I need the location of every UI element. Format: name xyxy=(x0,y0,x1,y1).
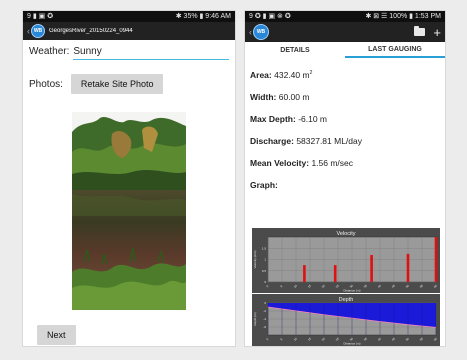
velocity-bar xyxy=(303,265,306,282)
photos-row: Photos: Retake Site Photo xyxy=(23,74,235,94)
area-value: 432.40 m xyxy=(274,70,310,80)
status-left-icons: 9 ▮ ▣ ✪ xyxy=(27,13,54,20)
area-metric: Area: 432.40 m2 xyxy=(245,70,445,80)
x-tick-label: 10 xyxy=(293,336,298,341)
x-tick-label: 0 xyxy=(265,284,269,288)
status-right-info: ✱ ⊠ ☰ 100% ▮ 1:53 PM xyxy=(365,13,441,20)
right-phone-screen: 9 ✪ ▮ ▣ ⊗ ✪ ✱ ⊠ ☰ 100% ▮ 1:53 PM ‹ WB + … xyxy=(245,11,445,346)
weather-input[interactable]: Sunny xyxy=(73,46,229,60)
x-tick-label: 15 xyxy=(307,336,312,341)
x-tick-label: 50 xyxy=(405,283,410,288)
discharge-label: Discharge: xyxy=(250,136,294,146)
y-tick-label: 0 xyxy=(264,280,266,284)
weather-label: Weather: xyxy=(29,46,70,57)
mean-velocity-metric: Mean Velocity: 1.56 m/sec xyxy=(245,158,445,168)
y-axis-label: Depth (m) xyxy=(253,312,257,325)
app-logo-icon[interactable]: WB xyxy=(253,24,269,40)
left-phone-screen: 9 ▮ ▣ ✪ ✱ 35% ▮ 9:46 AM ‹ WB GeorgesRive… xyxy=(23,11,235,346)
x-tick-label: 10 xyxy=(293,283,298,288)
status-right-info: ✱ 35% ▮ 9:46 AM xyxy=(175,13,231,20)
retake-site-photo-button[interactable]: Retake Site Photo xyxy=(70,74,164,94)
app-title: GeorgesRiver_20150224_0944 xyxy=(49,28,133,34)
y-tick-label: 0 xyxy=(264,301,266,305)
x-tick-label: 40 xyxy=(377,283,382,288)
x-tick-label: 55 xyxy=(419,283,424,288)
status-bar: 9 ▮ ▣ ✪ ✱ 35% ▮ 9:46 AM xyxy=(23,11,235,22)
max-depth-value: -6.10 m xyxy=(298,114,328,124)
action-bar: ‹ WB + xyxy=(245,22,445,42)
next-button[interactable]: Next xyxy=(37,325,76,345)
chart-title: Velocity xyxy=(337,231,356,237)
add-icon[interactable]: + xyxy=(433,26,441,39)
x-tick-label: 0 xyxy=(265,337,269,341)
action-bar-actions: + xyxy=(414,26,441,39)
x-tick-label: 15 xyxy=(307,283,312,288)
width-metric: Width: 60.00 m xyxy=(245,92,445,102)
weather-row: Weather: Sunny xyxy=(23,40,235,60)
velocity-bar xyxy=(333,265,337,282)
width-value: 60.00 m xyxy=(278,92,310,102)
x-tick-label: 35 xyxy=(363,283,368,288)
y-tick-label: -4 xyxy=(263,317,266,321)
mean-velocity-label: Mean Velocity: xyxy=(250,158,310,168)
folder-icon[interactable] xyxy=(414,26,426,36)
x-tick-label: 20 xyxy=(321,283,326,288)
x-tick-label: 45 xyxy=(391,283,396,288)
x-tick-label: 25 xyxy=(335,336,340,341)
chart-title: Depth xyxy=(339,297,354,303)
area-label: Area: xyxy=(250,70,272,80)
y-tick-label: 1 xyxy=(264,258,266,262)
discharge-value: 58327.81 ML/day xyxy=(296,136,363,146)
depth-chart[interactable]: Depth0 5 10 15 20 25 30 35 40 45 50 55 600-2-4-6Dist… xyxy=(252,294,440,346)
x-tick-label: 50 xyxy=(405,336,410,341)
y-tick-label: -6 xyxy=(263,325,266,329)
discharge-metric: Discharge: 58327.81 ML/day xyxy=(245,136,445,146)
x-tick-label: 35 xyxy=(363,336,368,341)
mean-velocity-value: 1.56 m/sec xyxy=(311,158,354,168)
y-tick-label: -2 xyxy=(263,309,266,313)
x-tick-label: 60 xyxy=(433,336,438,341)
x-tick-label: 60 xyxy=(433,283,438,288)
app-logo-icon[interactable]: WB xyxy=(31,24,45,38)
tab-details[interactable]: DETAILS xyxy=(245,42,345,58)
x-tick-label: 55 xyxy=(419,336,424,341)
velocity-bar xyxy=(434,237,438,282)
site-photo[interactable] xyxy=(72,112,186,310)
x-tick-label: 25 xyxy=(335,283,340,288)
x-tick-label: 40 xyxy=(377,336,382,341)
max-depth-label: Max Depth: xyxy=(250,114,296,124)
x-axis-label: Distance (m) xyxy=(343,342,360,346)
velocity-bar xyxy=(406,253,410,282)
velocity-chart[interactable]: Velocity0 5 10 15 20 25 30 35 40 45 50 55 6000.511.5… xyxy=(252,228,440,293)
back-chevron-icon[interactable]: ‹ xyxy=(27,26,30,36)
graph-label: Graph: xyxy=(250,180,278,190)
max-depth-metric: Max Depth: -6.10 m xyxy=(245,114,445,124)
x-tick-label: 45 xyxy=(391,336,396,341)
y-tick-label: 0.5 xyxy=(262,269,267,273)
tab-bar: DETAILS LAST GAUGING xyxy=(245,42,445,58)
tab-last-gauging[interactable]: LAST GAUGING xyxy=(345,42,445,58)
y-axis-label: Velocity (m/s) xyxy=(253,250,257,268)
x-tick-label: 5 xyxy=(279,284,283,288)
x-tick-label: 5 xyxy=(279,337,283,341)
y-tick-label: 1.5 xyxy=(262,246,267,250)
action-bar: ‹ WB GeorgesRiver_20150224_0944 xyxy=(23,22,235,40)
area-unit-superscript: 2 xyxy=(309,70,313,77)
velocity-bar xyxy=(370,255,373,282)
status-left-icons: 9 ✪ ▮ ▣ ⊗ ✪ xyxy=(249,13,291,20)
x-tick-label: 20 xyxy=(321,336,326,341)
back-chevron-icon[interactable]: ‹ xyxy=(249,27,252,37)
width-label: Width: xyxy=(250,92,277,102)
photos-label: Photos: xyxy=(29,78,63,90)
status-bar: 9 ✪ ▮ ▣ ⊗ ✪ ✱ ⊠ ☰ 100% ▮ 1:53 PM xyxy=(245,11,445,22)
x-axis-label: Distance (m) xyxy=(343,289,360,293)
